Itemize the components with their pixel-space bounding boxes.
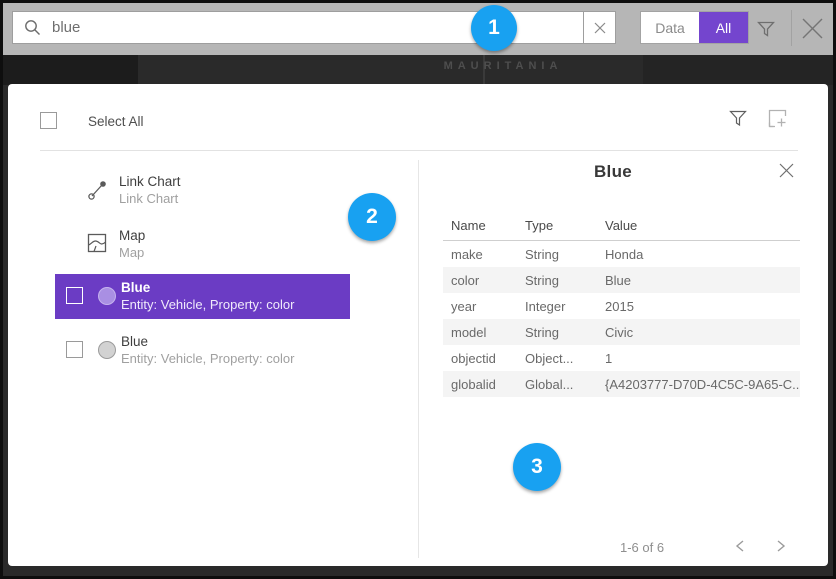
cell-type: Object... bbox=[517, 351, 597, 366]
table-row: color String Blue bbox=[443, 267, 800, 293]
item-icon bbox=[86, 232, 110, 256]
search-toolbar: blue Data All bbox=[3, 3, 833, 55]
cell-type: Integer bbox=[517, 299, 597, 314]
cell-value: Honda bbox=[597, 247, 800, 262]
cell-value: {A4203777-D70D-4C5C-9A65-C... bbox=[597, 377, 800, 392]
column-header-name: Name bbox=[443, 218, 517, 233]
chevron-left-icon[interactable] bbox=[734, 539, 746, 553]
chevron-right-icon[interactable] bbox=[775, 539, 787, 553]
cell-name: globalid bbox=[443, 377, 517, 392]
clear-icon bbox=[594, 22, 606, 34]
close-icon[interactable] bbox=[799, 15, 826, 42]
column-header-value: Value bbox=[597, 218, 800, 233]
attribute-table: Name Type Value make String Honda color … bbox=[443, 210, 800, 397]
search-icon bbox=[24, 19, 41, 36]
search-results-panel: Select All Link Chart Link Chart Map Map… bbox=[8, 84, 828, 566]
cell-type: String bbox=[517, 325, 597, 340]
toolbar-divider bbox=[791, 10, 792, 46]
cell-value: 1 bbox=[597, 351, 800, 366]
map-landmass bbox=[643, 55, 833, 85]
item-title: Blue bbox=[121, 279, 294, 296]
clear-search-button[interactable] bbox=[583, 11, 616, 44]
cell-value: Civic bbox=[597, 325, 800, 340]
list-detail-divider bbox=[418, 160, 419, 558]
callout-badge-1: 1 bbox=[471, 5, 517, 51]
map-country-label: MAURITANIA bbox=[418, 60, 588, 72]
table-row: make String Honda bbox=[443, 241, 800, 267]
scope-all-button[interactable]: All bbox=[699, 12, 748, 43]
table-row: year Integer 2015 bbox=[443, 293, 800, 319]
table-row: globalid Global... {A4203777-D70D-4C5C-9… bbox=[443, 371, 800, 397]
item-subtitle: Map bbox=[119, 244, 145, 261]
item-subtitle: Entity: Vehicle, Property: color bbox=[121, 350, 294, 367]
callout-badge-2: 2 bbox=[348, 193, 396, 241]
scope-toggle: Data All bbox=[640, 11, 749, 44]
item-icon bbox=[86, 178, 110, 202]
app-window: MAURITANIA blue Data All 1 2 3 bbox=[0, 0, 836, 579]
item-icon bbox=[98, 287, 116, 305]
list-item[interactable]: Link Chart Link Chart bbox=[55, 168, 350, 212]
cell-name: year bbox=[443, 299, 517, 314]
list-item[interactable]: Map Map bbox=[55, 222, 350, 266]
column-header-type: Type bbox=[517, 218, 597, 233]
panel-header-divider bbox=[40, 150, 798, 151]
filter-icon[interactable] bbox=[729, 109, 747, 128]
cell-type: Global... bbox=[517, 377, 597, 392]
cell-value: Blue bbox=[597, 273, 800, 288]
select-all-label: Select All bbox=[88, 114, 144, 129]
list-item[interactable]: Blue Entity: Vehicle, Property: color bbox=[55, 274, 350, 319]
callout-badge-3: 3 bbox=[513, 443, 561, 491]
cell-value: 2015 bbox=[597, 299, 800, 314]
select-all-checkbox[interactable] bbox=[40, 112, 57, 129]
item-title: Map bbox=[119, 227, 145, 244]
item-subtitle: Entity: Vehicle, Property: color bbox=[121, 296, 294, 313]
search-query-text: blue bbox=[52, 19, 80, 36]
cell-name: model bbox=[443, 325, 517, 340]
cell-type: String bbox=[517, 273, 597, 288]
item-title: Link Chart bbox=[119, 173, 181, 190]
list-item[interactable]: Blue Entity: Vehicle, Property: color bbox=[55, 328, 350, 372]
item-checkbox[interactable] bbox=[66, 287, 83, 304]
cell-type: String bbox=[517, 247, 597, 262]
pagination-label: 1-6 of 6 bbox=[620, 540, 664, 555]
table-body: make String Honda color String Blue year… bbox=[443, 241, 800, 397]
table-header-row: Name Type Value bbox=[443, 210, 800, 241]
map-landmass bbox=[3, 55, 138, 85]
close-icon[interactable] bbox=[778, 162, 795, 179]
add-to-selection-icon[interactable] bbox=[767, 108, 788, 129]
item-checkbox[interactable] bbox=[66, 341, 83, 358]
table-row: model String Civic bbox=[443, 319, 800, 345]
scope-data-button[interactable]: Data bbox=[641, 12, 699, 43]
item-title: Blue bbox=[121, 333, 294, 350]
cell-name: color bbox=[443, 273, 517, 288]
table-row: objectid Object... 1 bbox=[443, 345, 800, 371]
cell-name: objectid bbox=[443, 351, 517, 366]
item-subtitle: Link Chart bbox=[119, 190, 181, 207]
detail-title: Blue bbox=[433, 162, 793, 182]
filter-icon[interactable] bbox=[756, 19, 776, 39]
cell-name: make bbox=[443, 247, 517, 262]
item-icon bbox=[98, 341, 116, 359]
